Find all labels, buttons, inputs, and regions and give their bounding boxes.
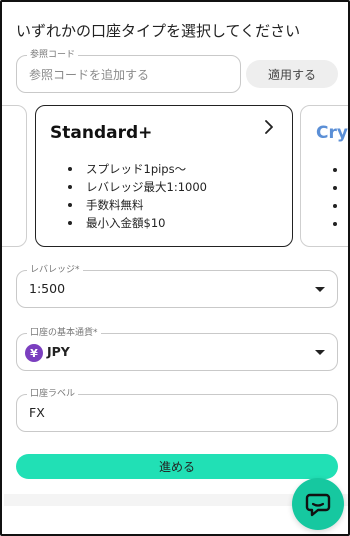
account-card-next-title: Cry — [316, 123, 348, 143]
yen-icon: ¥ — [25, 344, 43, 362]
base-currency-value: JPY — [47, 344, 70, 359]
leverage-value: 1:500 — [29, 281, 66, 296]
account-label-value: FX — [29, 405, 45, 420]
referral-code-label: 参照コード — [27, 48, 79, 62]
feature-item: スプレッド1pips〜 — [68, 160, 207, 178]
account-card-features: スプレッド1pips〜 レバレッジ最大1:1000 手数料無料 最小入金額$10 — [68, 160, 207, 232]
base-currency-label: 口座の基本通貨* — [27, 326, 101, 340]
dropdown-arrow-icon — [315, 350, 325, 355]
chat-button[interactable] — [292, 478, 344, 530]
chat-icon — [305, 493, 331, 517]
leverage-select[interactable]: レバレッジ* 1:500 — [16, 263, 338, 308]
account-label-input[interactable]: 口座ラベル FX — [16, 387, 338, 432]
page-title: いずれかの口座タイプを選択してください — [16, 22, 301, 40]
feature-item: 最小入金額$10 — [68, 214, 207, 232]
leverage-label: レバレッジ* — [27, 263, 83, 277]
account-card-previous[interactable] — [2, 105, 27, 247]
proceed-button[interactable]: 進める — [16, 454, 338, 479]
account-card-title: Standard+ — [50, 123, 153, 143]
feature-bullets — [333, 168, 337, 240]
apply-button[interactable]: 適用する — [246, 60, 338, 88]
chevron-right-icon[interactable] — [260, 118, 278, 136]
account-card-next[interactable]: Cry — [300, 105, 348, 247]
base-currency-select[interactable]: 口座の基本通貨* ¥ JPY — [16, 326, 338, 371]
account-type-screen: いずれかの口座タイプを選択してください 参照コード 参照コードを追加する 適用す… — [0, 0, 350, 536]
feature-item: レバレッジ最大1:1000 — [68, 178, 207, 196]
referral-code-placeholder: 参照コードを追加する — [29, 68, 150, 82]
account-type-carousel[interactable]: Standard+ スプレッド1pips〜 レバレッジ最大1:1000 手数料無… — [2, 105, 348, 250]
account-label-label: 口座ラベル — [27, 387, 79, 401]
referral-code-input[interactable]: 参照コード 参照コードを追加する — [16, 48, 241, 93]
account-card-selected[interactable]: Standard+ スプレッド1pips〜 レバレッジ最大1:1000 手数料無… — [35, 105, 293, 247]
dropdown-arrow-icon — [315, 287, 325, 292]
feature-item: 手数料無料 — [68, 196, 207, 214]
